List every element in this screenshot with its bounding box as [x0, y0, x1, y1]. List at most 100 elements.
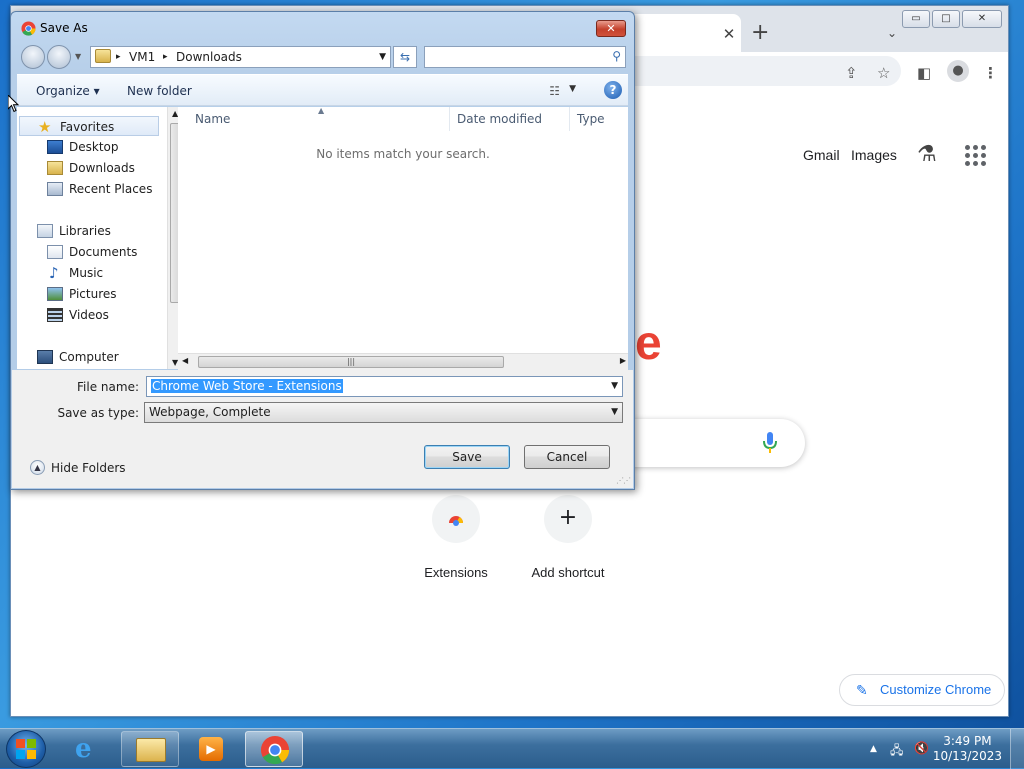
- maximize-button[interactable]: □: [932, 10, 960, 28]
- side-panel-icon[interactable]: ◧: [917, 64, 931, 82]
- media-player-icon: ▶: [199, 737, 223, 761]
- file-name-field[interactable]: Chrome Web Store - Extensions ▼: [146, 376, 623, 397]
- nav-item-desktop[interactable]: Desktop: [17, 137, 157, 157]
- organize-button[interactable]: Organize ▾: [36, 84, 100, 98]
- recent-locations-chevron-icon[interactable]: ▼: [75, 52, 81, 61]
- file-name-value[interactable]: Chrome Web Store - Extensions: [151, 379, 343, 393]
- profile-avatar-icon[interactable]: ●: [947, 60, 969, 82]
- plus-icon: +: [558, 505, 578, 530]
- chrome-menu-icon[interactable]: ⋮: [983, 64, 998, 82]
- breadcrumb-downloads[interactable]: Downloads: [176, 50, 242, 64]
- nav-item-libraries[interactable]: Libraries: [17, 221, 157, 241]
- internet-explorer-icon: e: [75, 734, 92, 764]
- network-icon[interactable]: 🖧: [890, 741, 903, 762]
- file-name-label: File name:: [77, 380, 139, 394]
- save-as-type-dropdown-icon[interactable]: ▼: [611, 403, 618, 422]
- column-label: Name: [195, 112, 231, 126]
- share-icon[interactable]: ⇪: [845, 64, 858, 82]
- breadcrumb-vm1[interactable]: VM1: [129, 50, 155, 64]
- bookmark-star-icon[interactable]: ☆: [877, 64, 890, 82]
- close-window-button[interactable]: ✕: [962, 10, 1002, 28]
- save-as-type-label: Save as type:: [57, 406, 139, 420]
- breadcrumb-separator-icon[interactable]: ▸: [163, 52, 168, 62]
- save-as-dialog: Save As ✕ ▼ ▸ VM1 ▸ Downloads ▼ ⇆ ⚲ Orga…: [10, 11, 635, 490]
- scroll-right-icon[interactable]: ▶: [620, 356, 626, 365]
- file-list-scroll-thumb[interactable]: |||: [198, 356, 504, 368]
- file-list-hscrollbar[interactable]: ◀ ||| ▶: [178, 353, 628, 370]
- back-button[interactable]: [21, 45, 45, 69]
- search-input[interactable]: ⚲: [424, 46, 626, 68]
- resize-grip-icon[interactable]: ⋰⋰: [616, 476, 631, 485]
- taskbar-media-player[interactable]: ▶: [182, 731, 240, 767]
- nav-item-recent-places[interactable]: Recent Places: [17, 179, 157, 199]
- chrome-logo-icon: [260, 735, 290, 765]
- column-header-date[interactable]: Date modified: [450, 107, 570, 131]
- documents-icon: [47, 245, 63, 259]
- images-link[interactable]: Images: [851, 147, 897, 163]
- nav-item-pictures[interactable]: Pictures: [17, 284, 157, 304]
- tab-search-chevron-icon[interactable]: ⌄: [887, 26, 897, 40]
- labs-flask-icon[interactable]: ⚗: [917, 142, 937, 167]
- refresh-icon[interactable]: ⇆: [393, 46, 417, 68]
- save-as-type-select[interactable]: Webpage, Complete ▼: [144, 402, 623, 423]
- taskbar-file-explorer[interactable]: [121, 731, 179, 767]
- clock-time: 3:49 PM: [943, 734, 992, 748]
- computer-icon: [37, 350, 53, 364]
- shortcut-extensions[interactable]: Extensions: [401, 495, 511, 580]
- file-list-pane: Name ▲ Date modified Type No items match…: [178, 106, 628, 370]
- nav-label: Documents: [69, 245, 138, 259]
- minimize-button[interactable]: ▭: [902, 10, 930, 28]
- start-button[interactable]: [6, 730, 46, 768]
- google-search-box[interactable]: [631, 419, 805, 467]
- address-dropdown-icon[interactable]: ▼: [379, 52, 386, 62]
- view-dropdown-icon[interactable]: ▼: [569, 84, 576, 94]
- taskbar-chrome[interactable]: [245, 731, 303, 767]
- nav-label: Favorites: [60, 120, 115, 134]
- volume-muted-icon[interactable]: 🔇: [914, 741, 929, 755]
- dialog-title: Save As: [40, 21, 88, 35]
- nav-item-videos[interactable]: Videos: [17, 305, 157, 325]
- nav-item-documents[interactable]: Documents: [17, 242, 157, 262]
- nav-item-downloads[interactable]: Downloads: [17, 158, 157, 178]
- view-options-icon[interactable]: ☷: [549, 84, 560, 98]
- column-header-type[interactable]: Type: [570, 107, 628, 131]
- taskbar-internet-explorer[interactable]: e: [60, 731, 118, 767]
- new-tab-button[interactable]: +: [751, 22, 769, 44]
- dialog-close-button[interactable]: ✕: [596, 20, 626, 37]
- shortcut-label: Extensions: [424, 565, 488, 580]
- scroll-left-icon[interactable]: ◀: [182, 356, 188, 365]
- shortcut-add[interactable]: + Add shortcut: [513, 495, 623, 580]
- pencil-icon: ✎: [856, 682, 868, 698]
- nav-item-music[interactable]: ♪ Music: [17, 263, 157, 283]
- desktop-icon: [47, 140, 63, 154]
- nav-item-computer[interactable]: Computer: [17, 347, 157, 367]
- nav-label: Computer: [59, 350, 119, 364]
- recent-places-icon: [47, 182, 63, 196]
- address-breadcrumb[interactable]: ▸ VM1 ▸ Downloads ▼: [90, 46, 391, 68]
- nav-label: Libraries: [59, 224, 111, 238]
- forward-button[interactable]: [47, 45, 71, 69]
- new-folder-button[interactable]: New folder: [127, 84, 192, 98]
- gmail-link[interactable]: Gmail: [803, 147, 840, 163]
- nav-item-favorites[interactable]: ★ Favorites: [19, 116, 159, 136]
- show-hidden-icons-icon[interactable]: ▲: [870, 744, 877, 754]
- save-button[interactable]: Save: [424, 445, 510, 469]
- customize-chrome-button[interactable]: ✎ Customize Chrome: [839, 674, 1005, 706]
- taskbar: e ▶ ▲ 🖧 🔇 3:49 PM 10/13/2023: [0, 728, 1024, 769]
- column-header-name[interactable]: Name ▲: [178, 106, 450, 131]
- cancel-button[interactable]: Cancel: [524, 445, 610, 469]
- help-icon[interactable]: ?: [604, 81, 622, 99]
- nav-label: Music: [69, 266, 104, 280]
- clock[interactable]: 3:49 PM 10/13/2023: [933, 734, 1002, 764]
- add-shortcut-icon: +: [544, 495, 592, 543]
- show-desktop-button[interactable]: [1010, 729, 1024, 769]
- breadcrumb-separator-icon[interactable]: ▸: [116, 52, 121, 62]
- empty-list-message: No items match your search.: [316, 147, 490, 161]
- file-name-dropdown-icon[interactable]: ▼: [611, 377, 618, 396]
- voice-search-icon[interactable]: [763, 432, 777, 454]
- libraries-icon: [37, 224, 53, 238]
- google-apps-icon[interactable]: [965, 145, 986, 166]
- videos-film-icon: [47, 308, 63, 322]
- tab-close-icon[interactable]: ✕: [717, 22, 741, 46]
- nav-label: Recent Places: [69, 182, 153, 196]
